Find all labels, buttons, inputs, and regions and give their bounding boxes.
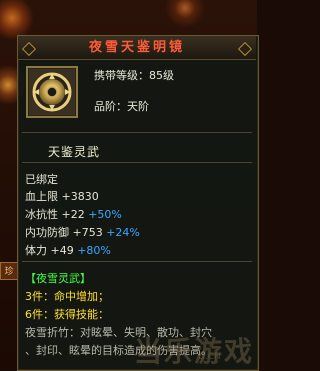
stat-base: +753 [72, 226, 103, 239]
stat-base: +22 [61, 208, 85, 221]
stat-bonus: +24% [106, 226, 140, 239]
diamond-ornament-icon [237, 41, 253, 57]
set-bonus-3: 3件：命中增加； [25, 290, 109, 303]
side-tab[interactable]: 珍 [0, 262, 18, 280]
stat-base: +3830 [61, 190, 99, 203]
item-title-bar: 夜雪天鉴明镜 [18, 36, 256, 60]
stat-name: 内功防御 [25, 226, 69, 239]
mirror-icon [29, 69, 75, 115]
carry-level: 携带等级：85级 [94, 69, 174, 82]
item-grade: 品阶：天阶 [94, 100, 149, 113]
item-icon-slot[interactable] [26, 66, 78, 118]
stat-bonus: +50% [88, 208, 122, 221]
set-name: 【夜雪灵武】 [25, 272, 91, 285]
watermark: 当乐游戏 [134, 335, 255, 368]
stat-row: 冰抗性 +22 +50% [25, 206, 122, 222]
stat-row: 体力 +49 +80% [25, 242, 111, 258]
divider [22, 261, 252, 262]
bound-status: 已绑定 [25, 173, 58, 186]
set-bonus-6: 6件：获得技能： [25, 308, 109, 321]
divider [22, 162, 252, 163]
diamond-ornament-icon [21, 41, 37, 57]
stat-base: +49 [50, 244, 74, 257]
divider [22, 132, 252, 133]
item-category: 天鉴灵武 [48, 145, 101, 159]
stat-bonus: +80% [77, 244, 111, 257]
stat-name: 血上限 [25, 190, 58, 203]
stat-row: 内功防御 +753 +24% [25, 224, 140, 240]
stat-name: 冰抗性 [25, 208, 58, 221]
stat-row: 血上限 +3830 [25, 188, 99, 204]
watermark-sub: D.CN [198, 352, 221, 362]
stat-name: 体力 [25, 244, 47, 257]
item-title: 夜雪天鉴明镜 [88, 40, 185, 55]
